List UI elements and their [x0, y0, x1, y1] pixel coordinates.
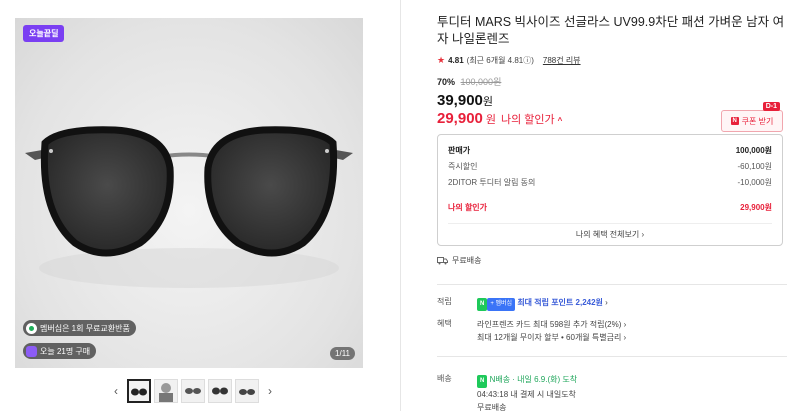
thumbnail-5[interactable] — [235, 379, 259, 403]
today-deal-badge: 오늘끝딜 — [23, 25, 65, 42]
dday-badge: D-1 — [762, 102, 780, 111]
rating-detail[interactable]: (최근 6개월 4.81ⓘ) — [467, 55, 534, 66]
my-price-unit: 원 — [485, 114, 497, 126]
points-value[interactable]: N + 멤버십 최대 적립 포인트 2,242원 › — [477, 296, 777, 311]
breakdown-row: 판매가 100,000원 — [448, 142, 772, 158]
points-section: 적립 N + 멤버십 최대 적립 포인트 2,242원 › — [437, 296, 787, 311]
price-breakdown: 판매가 100,000원 즉시할인 -60,100원 2DITOR 투디터 알림… — [437, 134, 783, 246]
points-key: 적립 — [437, 297, 452, 306]
free-shipping-label: 무료배송 — [452, 256, 482, 265]
breakdown-row: 즉시할인 -60,100원 — [448, 158, 772, 174]
free-shipping-row: 무료배송 — [437, 255, 787, 266]
card-benefit-link[interactable]: 라인프렌즈 카드 최대 598원 추가 적립(2%) › — [477, 318, 777, 331]
breakdown-my-label: 나의 할인가 — [448, 202, 488, 212]
chevron-up-icon: ^ — [557, 116, 563, 125]
column-divider — [400, 0, 401, 411]
section-divider — [437, 284, 787, 285]
product-info: 투디터 MARS 빅사이즈 선글라스 UV99.9차단 패션 가벼운 남자 여자… — [437, 14, 787, 412]
rating-row: ★ 4.81 (최근 6개월 4.81ⓘ) 788건 리뷰 — [437, 55, 787, 66]
breakdown-my-price-row: 나의 할인가 29,900원 — [448, 199, 772, 215]
product-title: 투디터 MARS 빅사이즈 선글라스 UV99.9차단 패션 가벼운 남자 여자… — [437, 15, 785, 46]
discount-row: 70% 100,000원 — [437, 75, 787, 88]
n-delivery-icon: N — [477, 375, 488, 388]
points-amount: 2,242원 — [575, 298, 603, 307]
membership-chip-label: 멤버십은 1회 무료교환반품 — [40, 323, 130, 333]
benefits-section: 혜택 라인프렌즈 카드 최대 598원 추가 적립(2%) › 최대 12개월 … — [437, 318, 787, 346]
sale-price: 39,900원 — [437, 92, 787, 109]
my-price-label: 나의 할인가 — [501, 114, 555, 126]
next-thumbnail-button[interactable]: › — [262, 384, 278, 398]
breakdown-label: 즉시할인 — [448, 161, 478, 171]
image-counter: 1/11 — [330, 347, 355, 360]
membership-plus-icon: + 멤버십 — [487, 298, 516, 311]
points-text: 최대 적립 포인트 — [517, 298, 574, 307]
delivery-fee: 무료배송 — [477, 403, 507, 412]
membership-chip: 멤버십은 1회 무료교환반품 — [23, 320, 136, 336]
breakdown-my-value: 29,900원 — [740, 202, 772, 212]
delivery-key: 배송 — [437, 374, 452, 383]
points-arrow: › — [605, 298, 608, 307]
my-price-value: 29,900 — [437, 110, 483, 127]
installment-benefit-link[interactable]: 최대 12개월 무이자 할부 • 60개월 특별금리 › — [477, 331, 777, 344]
product-gallery: 오늘끝딜 멤버십은 1회 무료교환반품 오늘 21명 구매 1/11 ‹ › — [0, 0, 400, 411]
thumbnail-2[interactable] — [154, 379, 178, 403]
thumbnail-3[interactable] — [181, 379, 205, 403]
coupon-label: 쿠폰 받기 — [741, 116, 774, 126]
breakdown-row: 2DITOR 투디터 알림 동의 -10,000원 — [448, 174, 772, 190]
prev-thumbnail-button[interactable]: ‹ — [108, 384, 124, 398]
buyers-chip: 오늘 21명 구매 — [23, 343, 97, 359]
benefits-value: 라인프렌즈 카드 최대 598원 추가 적립(2%) › 최대 12개월 무이자… — [477, 318, 777, 344]
section-divider — [437, 356, 787, 357]
breakdown-value: 100,000원 — [735, 145, 772, 155]
buyers-chip-label: 오늘 21명 구매 — [40, 346, 91, 356]
delivery-cutoff: 04:43:18 내 결제 시 내일도착 — [477, 390, 576, 399]
delivery-eta: N N배송 · 내일 6.9.(화) 도착 — [477, 373, 777, 388]
main-product-image[interactable]: 오늘끝딜 멤버십은 1회 무료교환반품 오늘 21명 구매 1/11 — [15, 18, 363, 368]
delivery-eta-text: N배송 · 내일 6.9.(화) 도착 — [489, 375, 578, 384]
breakdown-value: -10,000원 — [737, 177, 773, 187]
benefits-key: 혜택 — [437, 319, 452, 328]
cart-icon — [26, 345, 37, 357]
breakdown-label: 2DITOR 투디터 알림 동의 — [448, 177, 536, 187]
original-price: 100,000원 — [460, 77, 502, 87]
thumbnail-strip: ‹ › — [108, 377, 278, 405]
star-icon: ★ — [437, 55, 446, 65]
discount-percent: 70% — [437, 77, 456, 87]
truck-icon — [437, 256, 448, 264]
view-all-benefits-link[interactable]: 나의 혜택 전체보기 › — [448, 223, 772, 245]
membership-icon — [26, 322, 37, 334]
naver-icon: N — [730, 117, 739, 125]
coupon-button[interactable]: D-1 N 쿠폰 받기 — [721, 102, 783, 132]
rating-score: 4.81 — [448, 56, 464, 65]
thumbnail-1[interactable] — [127, 379, 151, 403]
sale-price-value: 39,900 — [437, 92, 483, 109]
breakdown-label: 판매가 — [448, 145, 471, 155]
delivery-value: N N배송 · 내일 6.9.(화) 도착 04:43:18 내 결제 시 내일… — [477, 373, 777, 414]
sale-price-unit: 원 — [482, 96, 494, 108]
sunglasses-image — [25, 126, 353, 288]
npay-icon: N — [477, 298, 488, 311]
thumbnail-4[interactable] — [208, 379, 232, 403]
breakdown-value: -60,100원 — [737, 161, 773, 171]
delivery-section: 배송 N N배송 · 내일 6.9.(화) 도착 04:43:18 내 결제 시… — [437, 373, 787, 413]
review-count-link[interactable]: 788건 리뷰 — [543, 55, 581, 66]
